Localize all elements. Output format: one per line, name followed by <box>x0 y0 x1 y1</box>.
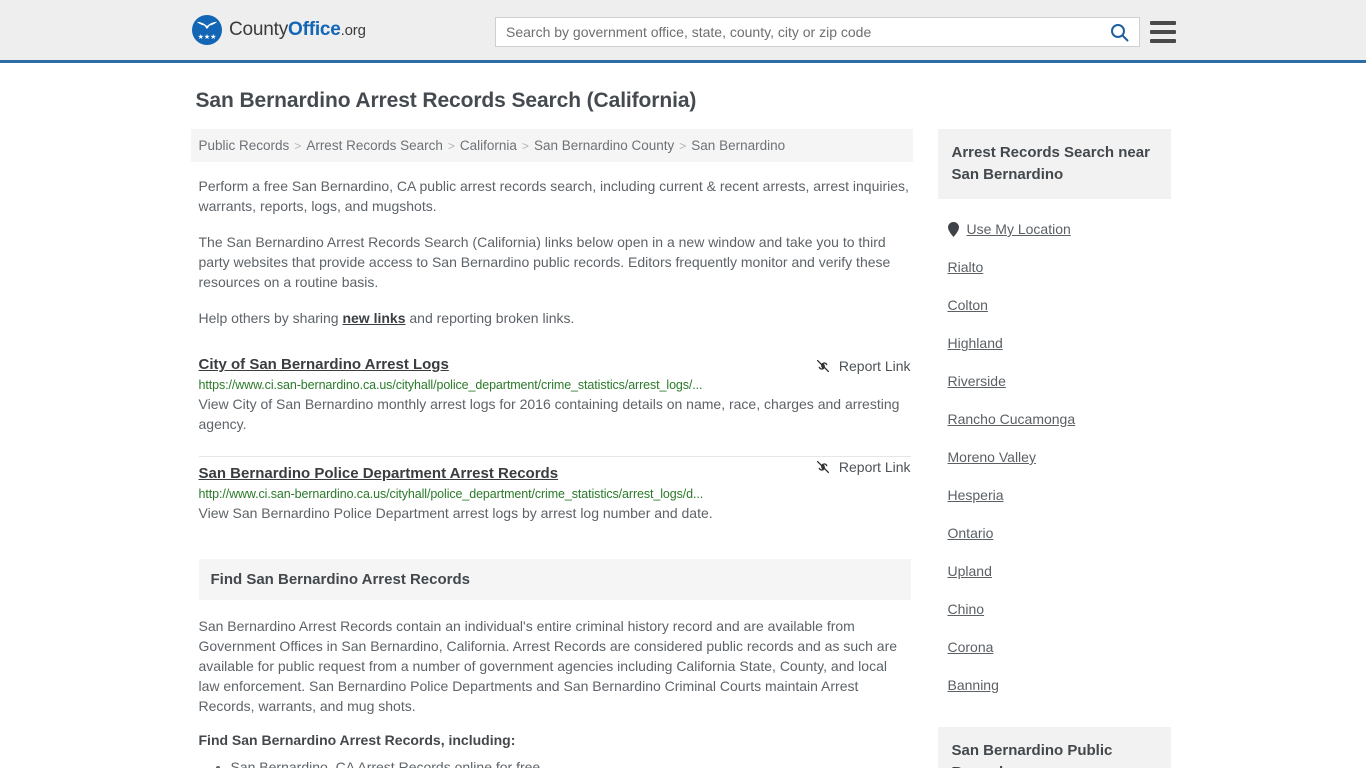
logo-text-org: .org <box>340 22 366 39</box>
list-item: San Bernardino, CA Arrest Records online… <box>231 756 913 768</box>
hamburger-bar-1 <box>1150 21 1176 25</box>
breadcrumb: Public Records > Arrest Records Search > Cal… <box>190 129 913 162</box>
site-logo[interactable]: ★★★ CountyOffice.org <box>192 15 366 45</box>
result-title-link[interactable]: San Bernardino Police Department Arrest … <box>199 465 559 482</box>
page-title: San Bernardino Arrest Records Search (Ca… <box>195 89 697 112</box>
sidebar-item-ontario[interactable]: Ontario <box>948 525 994 541</box>
breadcrumb-separator: > <box>294 139 302 153</box>
logo-stars: ★★★ <box>197 34 217 41</box>
report-link-label: Report Link <box>838 459 911 475</box>
result-item: San Bernardino Police Department Arrest … <box>198 456 911 523</box>
search-input[interactable] <box>496 18 1099 46</box>
find-records-body: San Bernardino Arrest Records contain an… <box>198 618 898 714</box>
sidebar-item-highland[interactable]: Highland <box>948 335 1003 351</box>
map-pin-icon <box>947 221 959 237</box>
sidebar-item-corona[interactable]: Corona <box>948 639 994 655</box>
sidebar-item-hesperia[interactable]: Hesperia <box>948 487 1004 503</box>
breadcrumb-item-0[interactable]: Public Records <box>199 138 290 153</box>
hamburger-bar-2 <box>1150 30 1176 34</box>
sidebar-item-colton[interactable]: Colton <box>948 297 988 313</box>
breadcrumb-item-1[interactable]: Arrest Records Search <box>306 138 443 153</box>
search-icon <box>1110 23 1128 41</box>
use-my-location-button[interactable]: Use My Location <box>947 221 1171 237</box>
broken-link-icon <box>816 359 829 373</box>
logo-text-county: County <box>229 19 289 40</box>
result-url[interactable]: http://www.ci.san-bernardino.ca.us/cityh… <box>199 487 911 501</box>
intro-paragraph-2: The San Bernardino Arrest Records Search… <box>198 234 891 290</box>
find-records-list: San Bernardino, CA Arrest Records online… <box>199 756 913 768</box>
two-column-layout: Public Records > Arrest Records Search > Cal… <box>190 129 1176 768</box>
sidebar-item-riverside[interactable]: Riverside <box>948 373 1006 389</box>
result-item: City of San Bernardino Arrest Logs Repor… <box>199 356 911 434</box>
search-button[interactable] <box>1099 18 1139 46</box>
use-my-location-label[interactable]: Use My Location <box>967 221 1071 237</box>
result-url[interactable]: https://www.ci.san-bernardino.ca.us/city… <box>199 378 911 392</box>
report-link-button[interactable]: Report Link <box>815 358 911 374</box>
intro-paragraph-3: Help others by sharing new links and rep… <box>199 308 911 328</box>
eagle-wing-shape <box>197 21 217 29</box>
intro-paragraph-1: Perform a free San Bernardino, CA public… <box>198 178 909 214</box>
report-link-label: Report Link <box>838 358 911 374</box>
logo-wordmark: CountyOffice.org <box>229 19 366 41</box>
result-title-link[interactable]: City of San Bernardino Arrest Logs <box>199 356 449 373</box>
breadcrumb-item-2[interactable]: California <box>460 138 517 153</box>
sidebar-item-rancho-cucamonga[interactable]: Rancho Cucamonga <box>948 411 1076 427</box>
logo-text-office: Office <box>288 19 341 40</box>
share-text-after: and reporting broken links. <box>405 310 575 326</box>
breadcrumb-item-4[interactable]: San Bernardino <box>691 138 785 153</box>
sidebar-item-banning[interactable]: Banning <box>948 677 999 693</box>
result-description: View City of San Bernardino monthly arre… <box>198 396 900 432</box>
sidebar-item-chino[interactable]: Chino <box>948 601 985 617</box>
sidebar-nearby-heading: Arrest Records Search near San Bernardin… <box>937 129 1171 199</box>
hamburger-menu-icon[interactable] <box>1150 19 1176 45</box>
find-records-heading: Find San Bernardino Arrest Records <box>198 559 911 600</box>
sidebar-item-rialto[interactable]: Rialto <box>948 259 984 275</box>
result-description: View San Bernardino Police Department ar… <box>198 505 713 521</box>
sidebar-item-moreno-valley[interactable]: Moreno Valley <box>948 449 1036 465</box>
breadcrumb-item-3[interactable]: San Bernardino County <box>534 138 674 153</box>
breadcrumb-separator: > <box>447 139 455 153</box>
find-records-subheading: Find San Bernardino Arrest Records, incl… <box>198 732 516 748</box>
search-bar[interactable] <box>495 17 1140 47</box>
breadcrumb-separator: > <box>521 139 529 153</box>
page-body: San Bernardino Arrest Records Search (Ca… <box>0 89 1366 768</box>
sidebar-public-records-heading: San Bernardino Public Records <box>937 727 1171 768</box>
hamburger-bar-3 <box>1150 39 1176 43</box>
share-text-before: Help others by sharing <box>198 310 343 326</box>
new-links-link[interactable]: new links <box>342 310 405 326</box>
main-column: Public Records > Arrest Records Search > Cal… <box>190 129 913 768</box>
broken-link-icon <box>816 460 829 474</box>
sidebar: Arrest Records Search near San Bernardin… <box>937 129 1171 768</box>
site-header: ★★★ CountyOffice.org <box>0 0 1366 63</box>
eagle-crest-icon: ★★★ <box>192 15 222 45</box>
sidebar-item-upland[interactable]: Upland <box>948 563 992 579</box>
report-link-button[interactable]: Report Link <box>815 459 911 475</box>
breadcrumb-separator: > <box>679 139 687 153</box>
content-container: San Bernardino Arrest Records Search (Ca… <box>190 89 1176 768</box>
